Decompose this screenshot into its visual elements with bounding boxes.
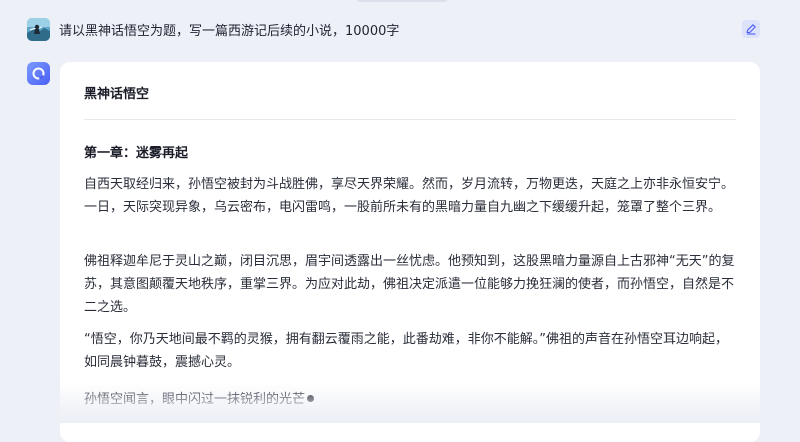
chapter-title: 第一章：迷雾再起 <box>84 146 189 161</box>
story-paragraph-streaming: 孙悟空闻言，眼中闪过一抹锐利的光芒 <box>84 388 736 411</box>
story-paragraph: 佛祖释迦牟尼于灵山之巅，闭目沉思，眉宇间透露出一丝忧虑。他预知到，这股黑暗力量源… <box>84 254 735 315</box>
top-scroll-pill <box>356 0 448 2</box>
assistant-answer-card: 黑神话悟空 第一章：迷雾再起 自西天取经归来，孙悟空被封为斗战胜佛，享尽天界荣耀… <box>60 62 760 442</box>
user-message: 请以黑神话悟空为题，写一篇西游记后续的小说，10000字 <box>27 16 760 42</box>
pencil-icon <box>746 24 756 35</box>
edit-message-button[interactable] <box>742 20 760 38</box>
divider <box>84 119 736 120</box>
user-message-text: 请以黑神话悟空为题，写一篇西游记后续的小说，10000字 <box>59 23 400 39</box>
typing-cursor-icon <box>307 395 315 402</box>
landscape-avatar-icon <box>27 17 50 41</box>
story-paragraph: 自西天取经归来，孙悟空被封为斗战胜佛，享尽天界荣耀。然而，岁月流转，万物更迭，天… <box>84 177 735 215</box>
assistant-logo-icon <box>27 62 50 85</box>
streaming-text: 孙悟空闻言，眼中闪过一抹锐利的光芒 <box>84 392 306 407</box>
story-paragraph: “悟空，你乃天地间最不羁的灵猴，拥有翻云覆雨之能，此番劫难，非你不能解。”佛祖的… <box>84 332 728 370</box>
document-title: 黑神话悟空 <box>84 87 150 102</box>
